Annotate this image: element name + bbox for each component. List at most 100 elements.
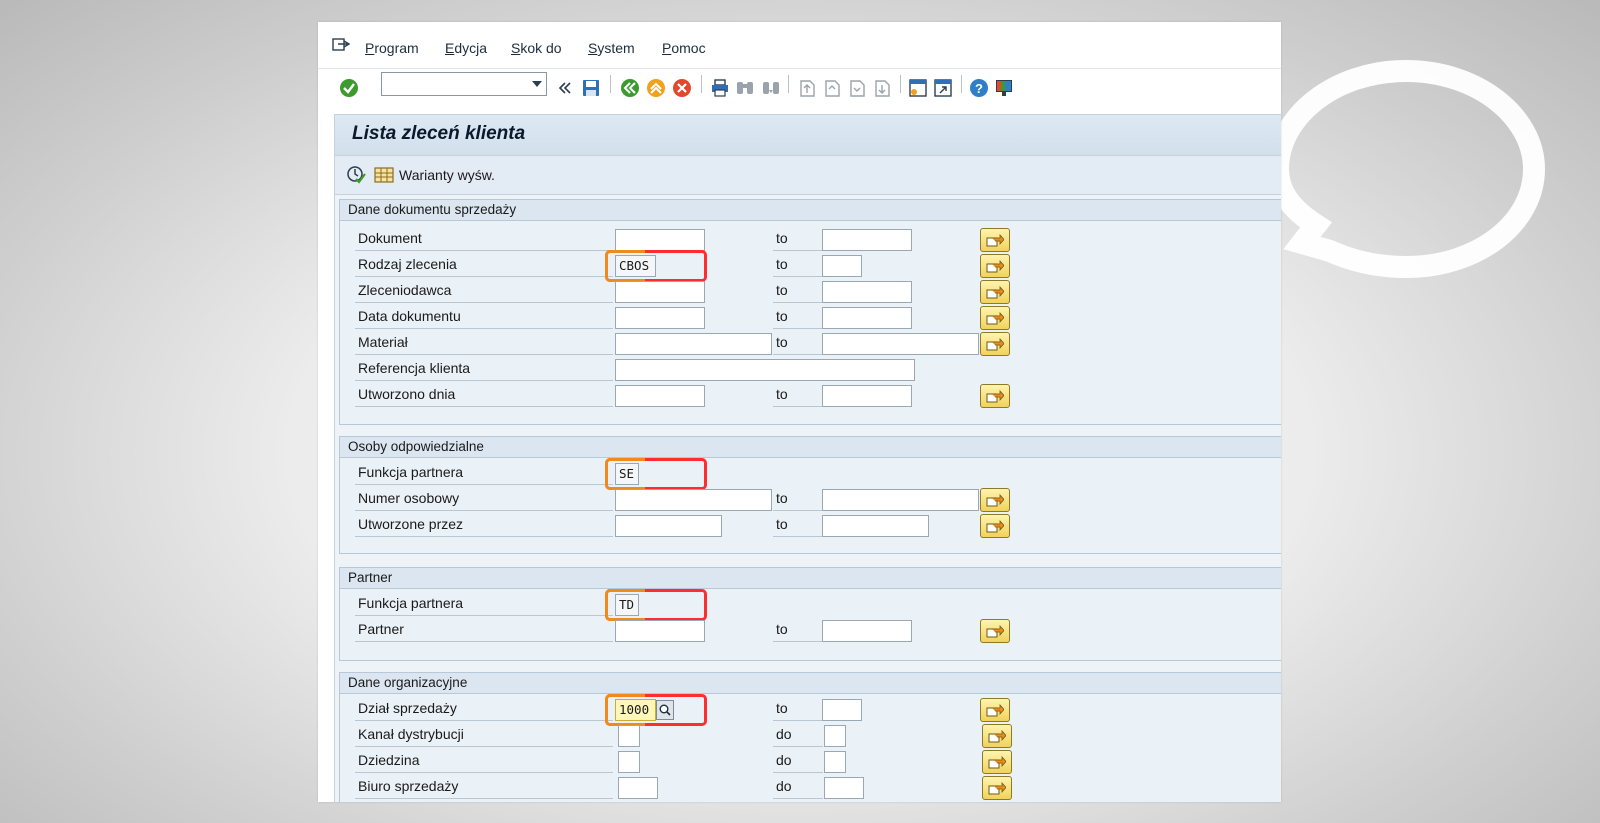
print-icon[interactable] bbox=[709, 77, 731, 99]
last-page-icon[interactable] bbox=[871, 77, 893, 99]
cancel-icon[interactable] bbox=[671, 77, 693, 99]
title-bar: Lista zleceń klienta bbox=[335, 115, 1281, 156]
label-underline bbox=[773, 276, 823, 277]
label-underline bbox=[355, 484, 613, 485]
partner-from-input[interactable] bbox=[615, 620, 705, 642]
menu-pomoc[interactable]: Pomoc bbox=[662, 40, 706, 56]
multiple-selection-button[interactable] bbox=[980, 228, 1010, 252]
enter-icon[interactable] bbox=[338, 77, 360, 99]
multiple-selection-button[interactable] bbox=[980, 384, 1010, 408]
new-session-icon[interactable] bbox=[907, 77, 929, 99]
dziedzina-input[interactable] bbox=[618, 751, 640, 773]
utworzono-dnia-to-input[interactable] bbox=[822, 385, 912, 407]
numer-osobowy-from-input[interactable] bbox=[615, 489, 772, 511]
multiple-selection-button[interactable] bbox=[980, 488, 1010, 512]
multiple-selection-icon bbox=[986, 311, 1004, 325]
help-icon[interactable]: ? bbox=[968, 77, 990, 99]
data-dokumentu-to-input[interactable] bbox=[822, 307, 912, 329]
exit-icon[interactable] bbox=[645, 77, 667, 99]
menu-program[interactable]: Program bbox=[365, 40, 419, 56]
multiple-selection-button[interactable] bbox=[982, 724, 1012, 748]
biuro-sprzedazy-input[interactable] bbox=[618, 777, 658, 799]
svg-text:?: ? bbox=[975, 81, 983, 96]
utworzone-przez-from-input[interactable] bbox=[615, 515, 722, 537]
to-label: to bbox=[776, 230, 788, 246]
to-label: to bbox=[776, 308, 788, 324]
previous-page-icon[interactable] bbox=[821, 77, 843, 99]
group-title: Dane dokumentu sprzedaży bbox=[340, 200, 1281, 221]
save-icon[interactable] bbox=[580, 77, 602, 99]
field-label-utworzone-przez: Utworzone przez bbox=[358, 516, 464, 532]
speech-bubble-icon bbox=[1266, 59, 1546, 279]
back-icon[interactable] bbox=[619, 77, 641, 99]
next-page-icon[interactable] bbox=[846, 77, 868, 99]
toolbar-separator bbox=[900, 75, 901, 93]
multiple-selection-button[interactable] bbox=[980, 280, 1010, 304]
data-dokumentu-from-input[interactable] bbox=[615, 307, 705, 329]
label-underline bbox=[355, 380, 613, 381]
to-label: to bbox=[776, 621, 788, 637]
execute-icon[interactable] bbox=[345, 164, 367, 186]
biuro-sprzedazy-to-input[interactable] bbox=[824, 777, 864, 799]
multiple-selection-icon bbox=[988, 755, 1006, 769]
referencja-klienta-input[interactable] bbox=[615, 359, 915, 381]
group-title: Osoby odpowiedzialne bbox=[340, 437, 1281, 458]
menu-system[interactable]: System bbox=[588, 40, 635, 56]
multiple-selection-button[interactable] bbox=[980, 619, 1010, 643]
find-icon[interactable] bbox=[734, 77, 756, 99]
label-underline bbox=[355, 276, 613, 277]
partner-to-input[interactable] bbox=[822, 620, 912, 642]
label-underline bbox=[355, 406, 613, 407]
multiple-selection-button[interactable] bbox=[982, 776, 1012, 800]
dropdown-arrow-icon[interactable] bbox=[532, 81, 542, 87]
first-page-icon[interactable] bbox=[796, 77, 818, 99]
back-double-icon[interactable] bbox=[554, 77, 576, 99]
field-label-utworzono-dnia: Utworzono dnia bbox=[358, 386, 456, 402]
do-label: do bbox=[776, 778, 792, 794]
command-field[interactable] bbox=[381, 72, 547, 96]
kanal-dystrybucji-to-input[interactable] bbox=[824, 725, 846, 747]
funkcja-partnera-se-input[interactable]: SE bbox=[615, 463, 639, 485]
utworzono-dnia-from-input[interactable] bbox=[615, 385, 705, 407]
label-underline bbox=[355, 328, 613, 329]
dzial-sprzedazy-input[interactable]: 1000 bbox=[615, 699, 656, 721]
display-variants-icon[interactable] bbox=[373, 164, 395, 186]
material-to-input[interactable] bbox=[822, 333, 979, 355]
multiple-selection-button[interactable] bbox=[980, 306, 1010, 330]
shortcut-icon[interactable] bbox=[932, 77, 954, 99]
multiple-selection-button[interactable] bbox=[980, 514, 1010, 538]
zleceniodawca-to-input[interactable] bbox=[822, 281, 912, 303]
numer-osobowy-to-input[interactable] bbox=[822, 489, 979, 511]
display-variants-button[interactable]: Warianty wyśw. bbox=[399, 167, 495, 183]
selection-screen: Lista zleceń klienta Warianty wyśw. Dane… bbox=[334, 114, 1281, 802]
toolbar-separator bbox=[610, 75, 611, 93]
label-underline bbox=[355, 250, 613, 251]
customize-layout-icon[interactable] bbox=[993, 77, 1015, 99]
funkcja-partnera-td-input[interactable]: TD bbox=[615, 594, 639, 616]
field-label-data-dokumentu: Data dokumentu bbox=[358, 308, 461, 324]
dziedzina-to-input[interactable] bbox=[824, 751, 846, 773]
to-label: to bbox=[776, 490, 788, 506]
multiple-selection-button[interactable] bbox=[980, 698, 1010, 722]
menu-skok-do[interactable]: Skok do bbox=[511, 40, 562, 56]
search-help-button[interactable] bbox=[656, 700, 674, 720]
multiple-selection-button[interactable] bbox=[980, 332, 1010, 356]
field-label-zleceniodawca: Zleceniodawca bbox=[358, 282, 452, 298]
group-title: Dane organizacyjne bbox=[340, 673, 1281, 694]
utworzone-przez-to-input[interactable] bbox=[822, 515, 929, 537]
rodzaj-zlecenia-to-input[interactable] bbox=[822, 255, 862, 277]
menu-edycja[interactable]: Edycja bbox=[445, 40, 487, 56]
dzial-sprzedazy-to-input[interactable] bbox=[822, 699, 862, 721]
material-from-input[interactable] bbox=[615, 333, 772, 355]
multiple-selection-button[interactable] bbox=[982, 750, 1012, 774]
toolbar-separator bbox=[788, 75, 789, 93]
dokument-from-input[interactable] bbox=[615, 229, 705, 251]
find-next-icon[interactable] bbox=[760, 77, 782, 99]
multiple-selection-button[interactable] bbox=[980, 254, 1010, 278]
menu-bar: Program Edycja Skok do System Pomoc bbox=[318, 22, 1281, 69]
rodzaj-zlecenia-input[interactable]: CBOS bbox=[615, 255, 656, 277]
zleceniodawca-from-input[interactable] bbox=[615, 281, 705, 303]
dokument-to-input[interactable] bbox=[822, 229, 912, 251]
menu-icon[interactable] bbox=[332, 38, 350, 52]
kanal-dystrybucji-input[interactable] bbox=[618, 725, 640, 747]
